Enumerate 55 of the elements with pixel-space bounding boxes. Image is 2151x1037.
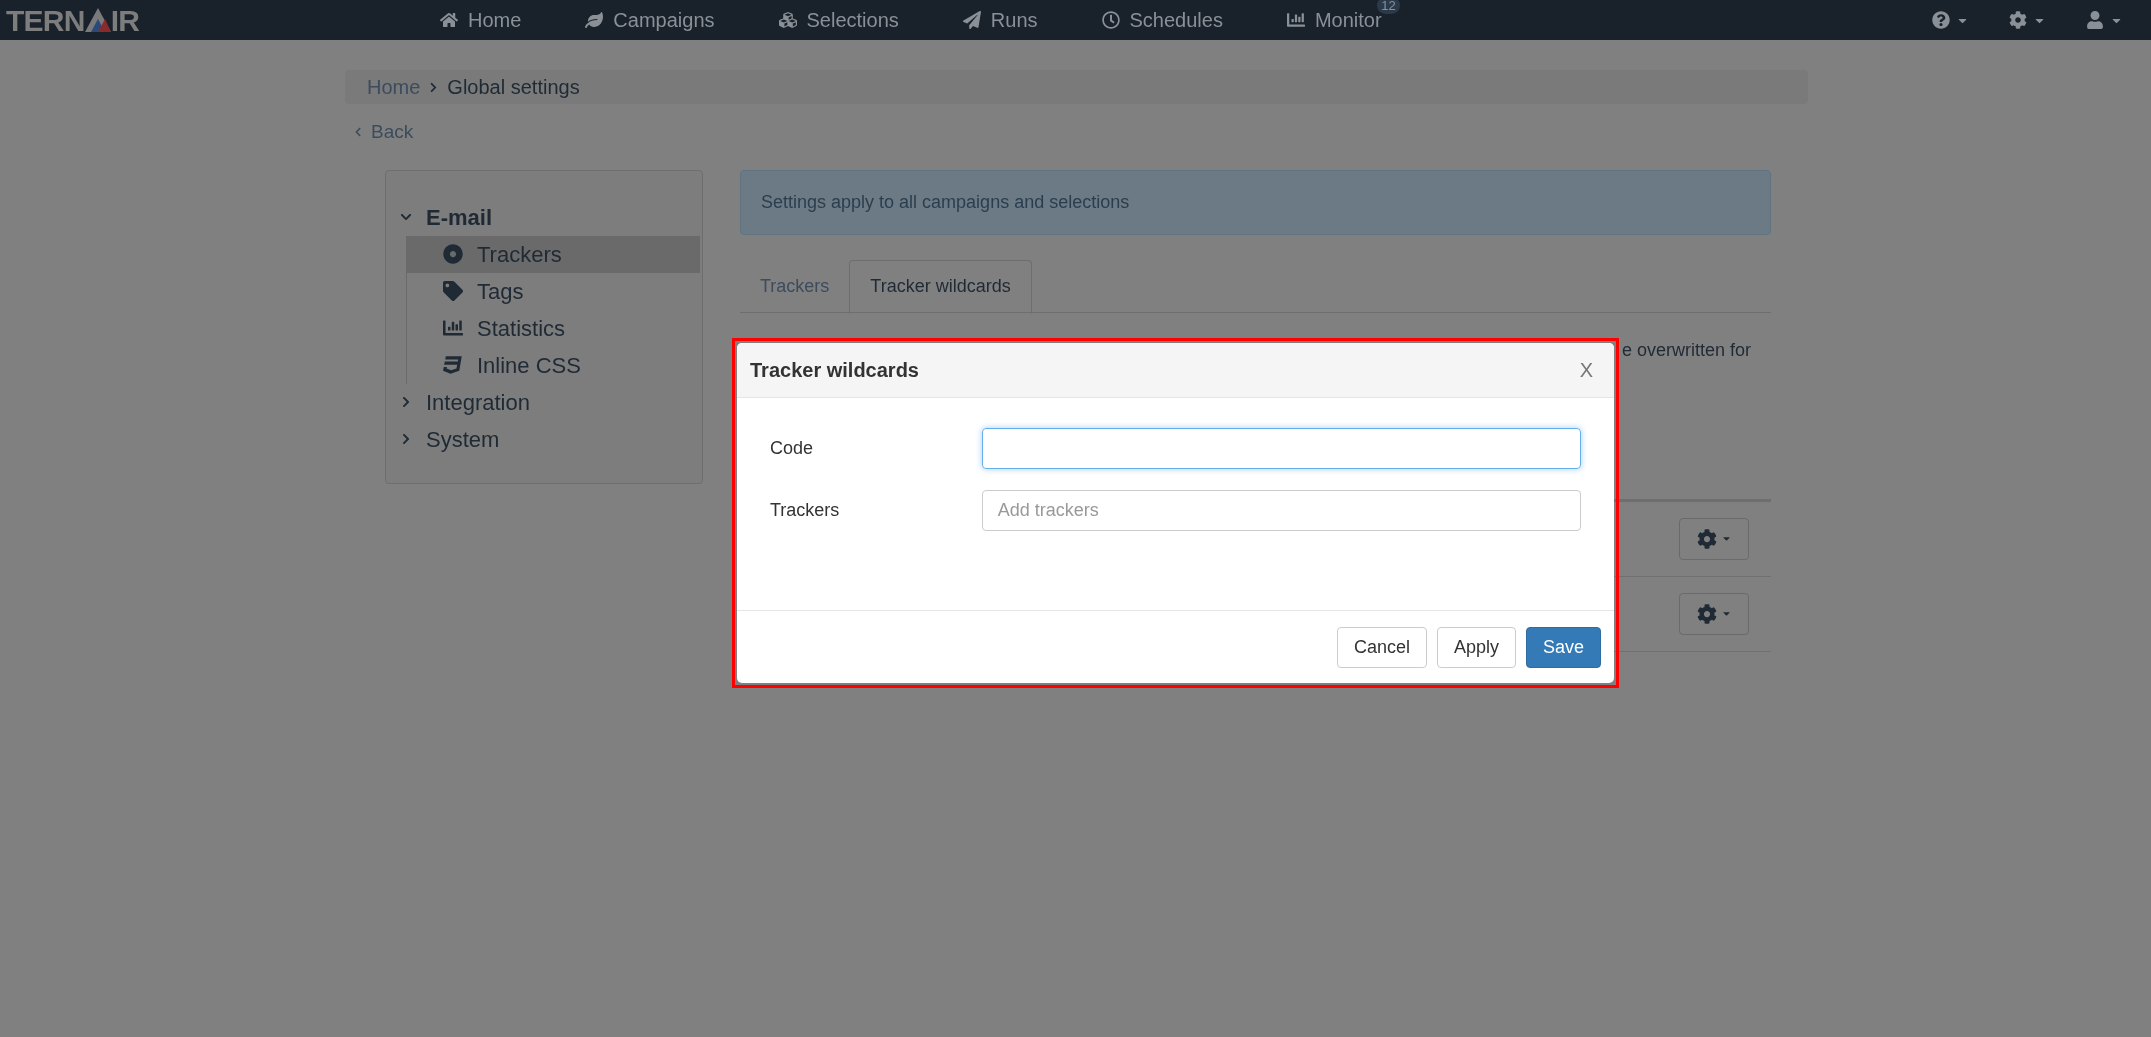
bar-chart-icon (443, 318, 463, 338)
logo-triangle-icon (84, 8, 111, 32)
modal-title: Tracker wildcards (750, 358, 919, 383)
breadcrumb-link[interactable]: Home (367, 72, 421, 102)
nav-link[interactable]: Campaigns (585, 5, 715, 35)
chevron-down-icon (400, 211, 412, 223)
tree-item[interactable]: Trackers (407, 235, 700, 273)
cubes-icon (778, 11, 797, 29)
target-icon (443, 244, 463, 264)
chevron-right-icon (400, 433, 412, 445)
settings-icon (2009, 11, 2027, 29)
dialog-button[interactable]: Save (1525, 626, 1601, 668)
help-menu-button[interactable] (1932, 11, 1969, 29)
notification-badge: 12 (1377, 0, 1400, 14)
tree-node[interactable]: E-mail (400, 198, 700, 236)
bar-chart-icon (1286, 11, 1305, 29)
info-alert: Settings apply to all campaigns and selections (740, 169, 1771, 235)
tree-node[interactable]: Integration (400, 383, 700, 421)
dialog-button[interactable]: Cancel (1336, 626, 1427, 668)
nav-link[interactable]: Schedules (1101, 5, 1223, 35)
ternair-logo[interactable]: TERN IR (6, 0, 140, 43)
description-text: e overwritten for (1621, 338, 1751, 362)
user-menu-button[interactable] (2086, 11, 2123, 29)
tab[interactable]: Tracker wildcards (849, 259, 1032, 314)
tag-icon (443, 281, 463, 301)
gear-icon (1696, 603, 1717, 624)
gear-dropdown-button[interactable] (1679, 592, 1749, 635)
home-icon (440, 11, 458, 29)
user-icon (2086, 11, 2104, 29)
tab[interactable]: Trackers (740, 259, 850, 314)
close-button[interactable]: X (1579, 355, 1601, 385)
help-icon (1932, 11, 1950, 29)
paper-plane-icon (962, 11, 981, 29)
css-shield-icon (443, 355, 463, 375)
leaf-icon (585, 11, 604, 29)
nav-link[interactable]: Selections (778, 5, 899, 35)
text-field[interactable] (981, 428, 1581, 469)
tree-item[interactable]: Tags (407, 272, 700, 310)
chevron-left-icon (353, 127, 363, 138)
field-label: Trackers (770, 499, 841, 522)
clock-icon (1101, 11, 1120, 29)
breadcrumb-current: Global settings (447, 75, 580, 100)
nav-link[interactable]: Runs (962, 5, 1038, 35)
tree-item[interactable]: Inline CSS (407, 346, 700, 384)
chevron-right-icon (400, 396, 412, 408)
settings-menu-button[interactable] (2009, 11, 2046, 29)
tree-item[interactable]: Statistics (407, 309, 700, 347)
tree-node[interactable]: System (400, 420, 700, 458)
text-field[interactable]: Add trackers (981, 490, 1581, 531)
back-link[interactable]: Back (353, 118, 414, 147)
nav-link[interactable]: Home (440, 5, 522, 35)
field-label: Code (770, 437, 815, 460)
gear-dropdown-button[interactable] (1679, 517, 1749, 560)
dialog-button[interactable]: Apply (1436, 626, 1516, 668)
gear-icon (1696, 528, 1717, 549)
